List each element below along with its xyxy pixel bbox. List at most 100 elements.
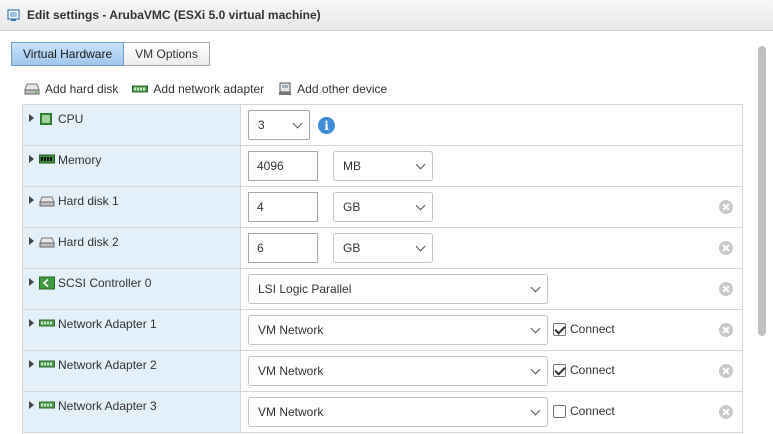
chevron-down-icon: [530, 364, 541, 375]
expand-arrow-icon[interactable]: [29, 196, 34, 204]
chevron-down-icon: [415, 241, 426, 252]
network-adapter-2-network-value: VM Network: [258, 364, 324, 378]
device-label-cell: Hard disk 1: [23, 187, 241, 227]
remove-device-icon[interactable]: [719, 200, 733, 214]
scsi-controller-icon: [39, 276, 55, 293]
memory-unit-value: MB: [343, 159, 361, 173]
add-other-device-label: Add other device: [297, 82, 388, 96]
network-adapter-1-label: Network Adapter 1: [58, 317, 157, 331]
vm-settings-icon: [7, 8, 21, 22]
chevron-down-icon: [530, 323, 541, 334]
cpu-count-value: 3: [258, 118, 265, 132]
add-network-adapter-button[interactable]: Add network adapter: [132, 82, 264, 96]
expand-arrow-icon[interactable]: [29, 237, 34, 245]
memory-unit-select[interactable]: MB: [333, 151, 433, 181]
device-row-scsi-controller-0: SCSI Controller 0 LSI Logic Parallel: [23, 269, 742, 310]
memory-icon: [39, 153, 55, 168]
device-label-cell: Network Adapter 3: [23, 392, 241, 432]
memory-label: Memory: [58, 153, 102, 167]
hard-disk-2-size-input[interactable]: 6: [248, 233, 318, 263]
checkbox-unchecked-icon: [553, 404, 566, 418]
tab-virtual-hardware[interactable]: Virtual Hardware: [11, 42, 125, 66]
hard-disk-icon: [39, 194, 55, 211]
hard-disk-icon: [39, 235, 55, 252]
tab-vm-options[interactable]: VM Options: [124, 42, 210, 66]
remove-device-icon[interactable]: [719, 405, 733, 419]
device-list: CPU 3 i Memory 4096 MB Hard disk 1 4 GB …: [22, 104, 743, 434]
scrollbar-thumb[interactable]: [758, 46, 766, 336]
hard-disk-1-unit-select[interactable]: GB: [333, 192, 433, 222]
device-label-cell: Hard disk 2: [23, 228, 241, 268]
expand-arrow-icon[interactable]: [29, 401, 34, 409]
network-adapter-3-network-select[interactable]: VM Network: [248, 397, 548, 427]
device-label-cell: CPU: [23, 105, 241, 145]
network-adapter-1-network-select[interactable]: VM Network: [248, 315, 548, 345]
hard-disk-2-unit-select[interactable]: GB: [333, 233, 433, 263]
connect-label: Connect: [570, 404, 615, 418]
device-row-hard-disk-2: Hard disk 2 6 GB: [23, 228, 742, 269]
hard-disk-1-label: Hard disk 1: [58, 194, 119, 208]
cpu-label: CPU: [58, 112, 84, 126]
scsi-controller-type-value: LSI Logic Parallel: [258, 282, 352, 296]
hard-disk-2-label: Hard disk 2: [58, 235, 119, 249]
cpu-count-select[interactable]: 3: [248, 110, 310, 140]
network-adapter-3-network-value: VM Network: [258, 405, 324, 419]
network-adapter-3-label: Network Adapter 3: [58, 399, 157, 413]
chevron-down-icon: [530, 282, 541, 293]
info-icon[interactable]: i: [318, 117, 335, 134]
remove-device-icon[interactable]: [719, 364, 733, 378]
add-network-adapter-label: Add network adapter: [153, 82, 265, 96]
expand-arrow-icon[interactable]: [29, 360, 34, 368]
hard-disk-icon: [24, 83, 40, 95]
expand-arrow-icon[interactable]: [29, 114, 34, 122]
chevron-down-icon: [415, 159, 426, 170]
network-adapter-2-label: Network Adapter 2: [58, 358, 157, 372]
add-hard-disk-label: Add hard disk: [45, 82, 119, 96]
remove-device-icon[interactable]: [719, 323, 733, 337]
scsi-controller-type-select[interactable]: LSI Logic Parallel: [248, 274, 548, 304]
network-adapter-icon: [39, 317, 55, 332]
network-adapter-2-connect-checkbox[interactable]: Connect: [553, 363, 615, 377]
hard-disk-1-size-input[interactable]: 4: [248, 192, 318, 222]
add-other-device-button[interactable]: Add other device: [278, 82, 387, 96]
chevron-down-icon: [415, 200, 426, 211]
network-adapter-1-connect-checkbox[interactable]: Connect: [553, 322, 615, 336]
device-row-network-adapter-3: Network Adapter 3 VM Network Connect: [23, 392, 742, 433]
checkbox-checked-icon: [553, 322, 566, 336]
device-label-cell: Network Adapter 1: [23, 310, 241, 350]
cpu-icon: [39, 112, 53, 129]
device-row-network-adapter-2: Network Adapter 2 VM Network Connect: [23, 351, 742, 392]
device-toolbar: Add hard disk Add network adapter Add ot…: [24, 80, 401, 98]
network-adapter-1-network-value: VM Network: [258, 323, 324, 337]
network-adapter-icon: [39, 399, 55, 414]
chevron-down-icon: [530, 405, 541, 416]
connect-label: Connect: [570, 363, 615, 377]
hard-disk-2-unit-value: GB: [343, 241, 361, 255]
window-title: Edit settings - ArubaVMC (ESXi 5.0 virtu…: [27, 8, 321, 22]
device-row-network-adapter-1: Network Adapter 1 VM Network Connect: [23, 310, 742, 351]
chevron-down-icon: [292, 118, 303, 129]
other-device-icon: [279, 82, 292, 95]
network-adapter-icon: [132, 85, 149, 93]
expand-arrow-icon[interactable]: [29, 319, 34, 327]
device-label-cell: Memory: [23, 146, 241, 186]
remove-device-icon[interactable]: [719, 282, 733, 296]
window-titlebar: Edit settings - ArubaVMC (ESXi 5.0 virtu…: [0, 0, 773, 31]
expand-arrow-icon[interactable]: [29, 278, 34, 286]
connect-label: Connect: [570, 322, 615, 336]
network-adapter-icon: [39, 358, 55, 373]
checkbox-checked-icon: [553, 363, 566, 377]
expand-arrow-icon[interactable]: [29, 155, 34, 163]
network-adapter-3-connect-checkbox[interactable]: Connect: [553, 404, 615, 418]
device-label-cell: Network Adapter 2: [23, 351, 241, 391]
memory-size-input[interactable]: 4096: [248, 151, 318, 181]
hard-disk-1-unit-value: GB: [343, 200, 361, 214]
network-adapter-2-network-select[interactable]: VM Network: [248, 356, 548, 386]
scsi-controller-0-label: SCSI Controller 0: [58, 276, 152, 290]
settings-tabs: Virtual Hardware VM Options: [11, 42, 210, 66]
device-row-cpu: CPU 3 i: [23, 105, 742, 146]
device-label-cell: SCSI Controller 0: [23, 269, 241, 309]
add-hard-disk-button[interactable]: Add hard disk: [24, 82, 118, 96]
device-row-hard-disk-1: Hard disk 1 4 GB: [23, 187, 742, 228]
remove-device-icon[interactable]: [719, 241, 733, 255]
